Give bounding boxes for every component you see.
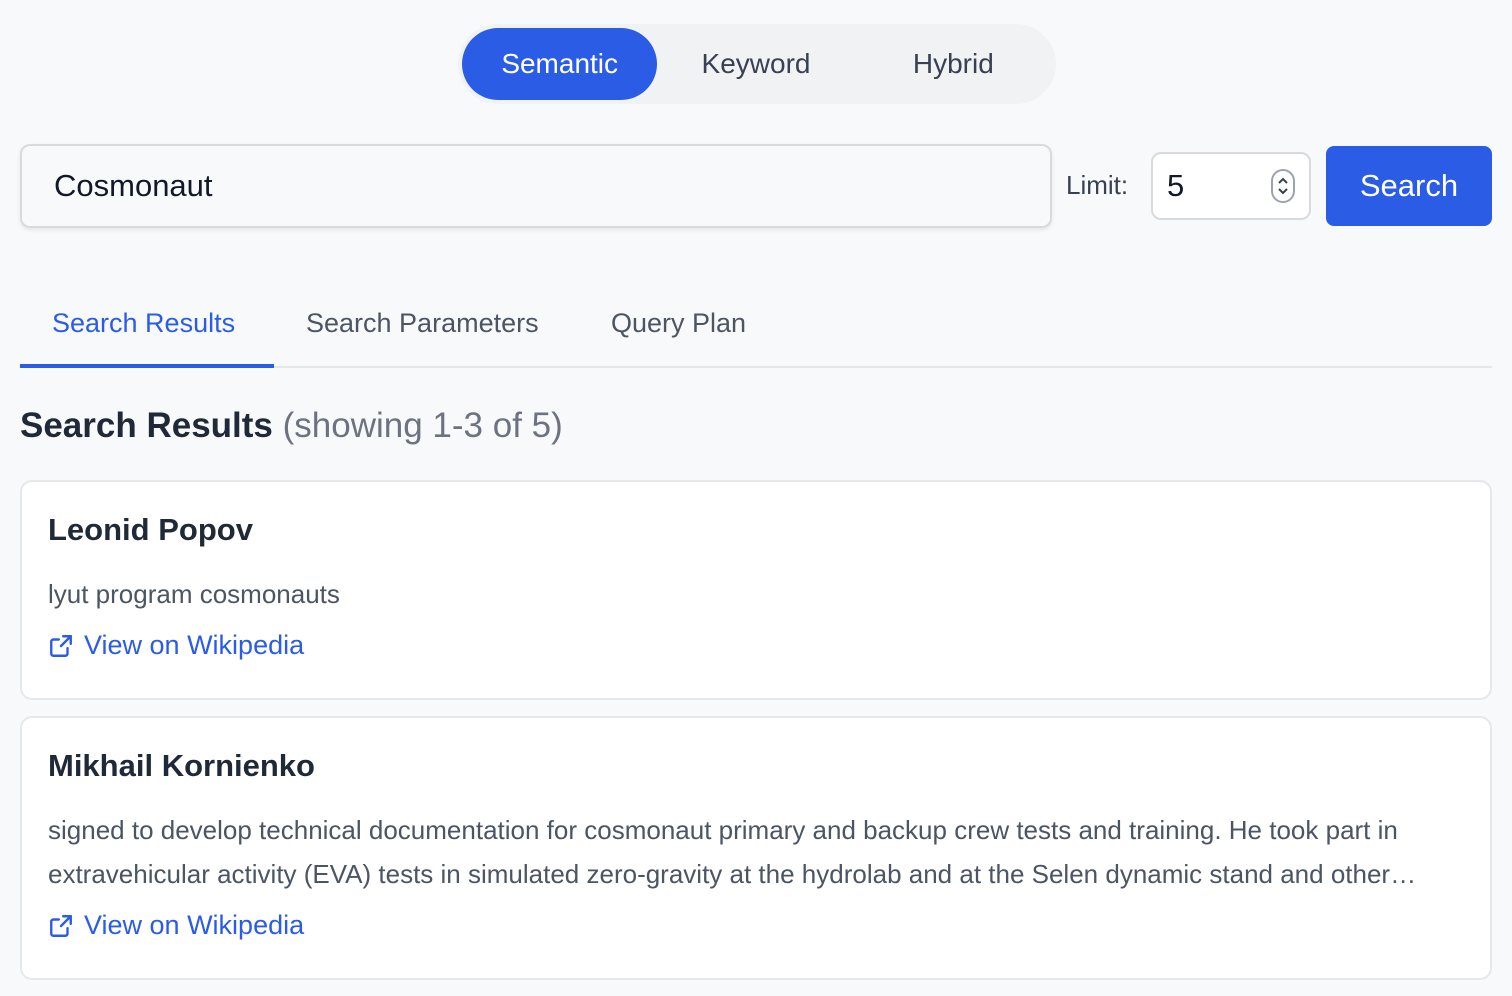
spinner-icon[interactable] — [1271, 169, 1295, 203]
results-tabs: Search Results Search Parameters Query P… — [20, 290, 1492, 368]
search-input[interactable] — [20, 144, 1052, 228]
limit-stepper[interactable]: 5 — [1151, 152, 1311, 220]
results-count: (showing 1-3 of 5) — [282, 406, 563, 445]
mode-hybrid-button[interactable]: Hybrid — [855, 28, 1052, 100]
mode-keyword-button[interactable]: Keyword — [657, 28, 854, 100]
tab-search-parameters[interactable]: Search Parameters — [306, 308, 539, 339]
results-heading: Search Results (showing 1-3 of 5) — [20, 406, 563, 446]
limit-value[interactable]: 5 — [1167, 168, 1271, 204]
result-snippet: lyut program cosmonauts — [48, 579, 340, 609]
limit-label: Limit: — [1066, 170, 1129, 200]
wikipedia-link-label[interactable]: View on Wikipedia — [84, 910, 304, 941]
external-link-icon — [50, 634, 72, 657]
wikipedia-link[interactable]: View on Wikipedia — [48, 630, 304, 661]
wikipedia-link-label[interactable]: View on Wikipedia — [84, 630, 304, 661]
result-title: Mikhail Kornienko — [48, 748, 315, 783]
result-card: Mikhail Kornienko signed to develop tech… — [20, 716, 1492, 980]
external-link-icon — [50, 914, 72, 937]
results-title: Search Results — [20, 406, 273, 445]
result-card: Leonid Popov lyut program cosmonauts Vie… — [20, 480, 1492, 700]
result-title: Leonid Popov — [48, 512, 253, 547]
tab-query-plan[interactable]: Query Plan — [611, 308, 746, 339]
wikipedia-link[interactable]: View on Wikipedia — [48, 910, 304, 941]
chevron-up-down-icon — [1278, 177, 1288, 195]
active-tab-indicator — [20, 364, 274, 368]
mode-semantic-button[interactable]: Semantic — [462, 28, 658, 100]
search-button[interactable]: Search — [1326, 146, 1492, 226]
search-mode-toggle: Semantic Keyword Hybrid — [458, 24, 1056, 104]
result-snippet: signed to develop technical documentatio… — [48, 815, 1398, 889]
tab-search-results[interactable]: Search Results — [52, 308, 235, 339]
